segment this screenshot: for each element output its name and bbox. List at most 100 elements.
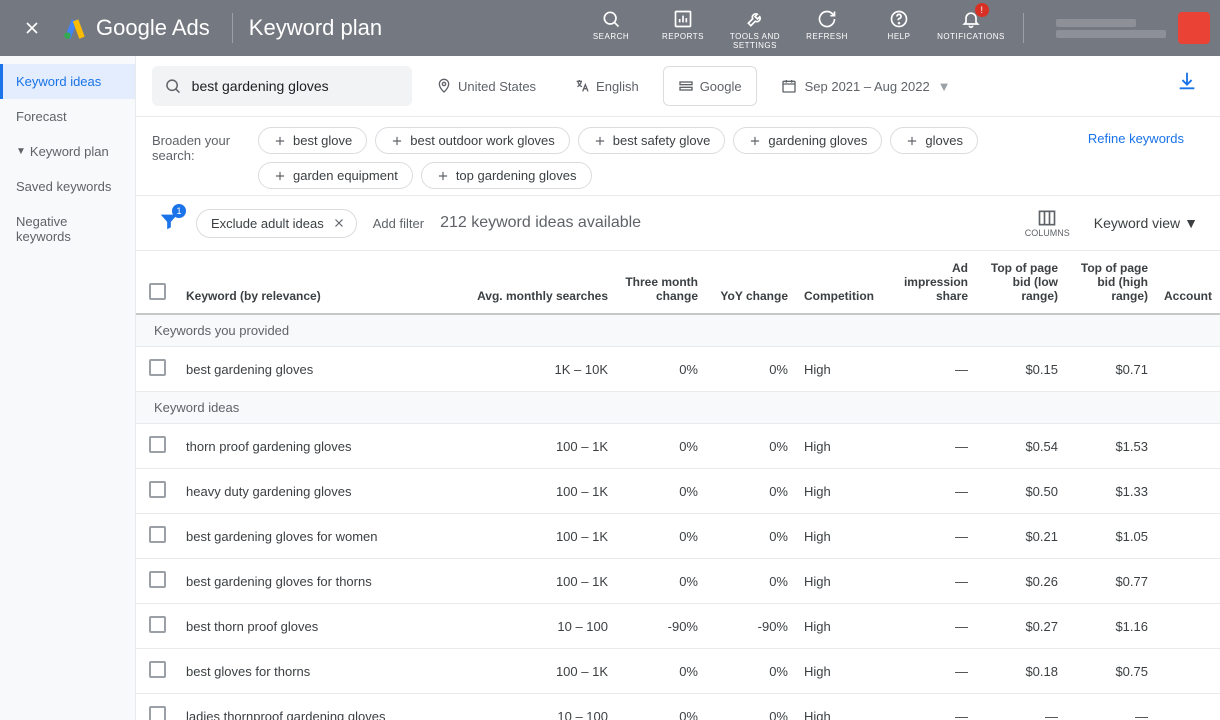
date-range-selector[interactable]: Sep 2021 – Aug 2022▼ bbox=[767, 66, 965, 106]
columns-button[interactable]: COLUMNS bbox=[1025, 208, 1070, 238]
header-toolbar: SEARCH REPORTS TOOLS AND SETTINGS REFRES… bbox=[575, 5, 1007, 51]
download-icon[interactable] bbox=[1176, 70, 1198, 92]
network-icon bbox=[678, 78, 694, 94]
table-row[interactable]: heavy duty gardening gloves100 – 1K0%0%H… bbox=[136, 469, 1220, 514]
table-row[interactable]: ladies thornproof gardening gloves10 – 1… bbox=[136, 694, 1220, 720]
cell-account bbox=[1156, 604, 1220, 649]
search-input[interactable] bbox=[192, 78, 400, 94]
cell-avg: 100 – 1K bbox=[466, 424, 616, 469]
cell-avg: 100 – 1K bbox=[466, 469, 616, 514]
cell-three-month: 0% bbox=[616, 347, 706, 392]
cell-keyword: best gardening gloves for women bbox=[178, 514, 466, 559]
table-row[interactable]: best gloves for thorns100 – 1K0%0%High—$… bbox=[136, 649, 1220, 694]
cell-competition: High bbox=[796, 559, 886, 604]
plus-icon bbox=[593, 134, 607, 148]
row-checkbox[interactable] bbox=[149, 481, 166, 498]
sidebar-item-keyword-plan[interactable]: ▼Keyword plan bbox=[0, 134, 135, 169]
broaden-chip[interactable]: best safety glove bbox=[578, 127, 726, 154]
tool-refresh[interactable]: REFRESH bbox=[791, 5, 863, 42]
refresh-icon bbox=[817, 9, 837, 29]
table-row[interactable]: best gardening gloves for women100 – 1K0… bbox=[136, 514, 1220, 559]
cell-account bbox=[1156, 649, 1220, 694]
cell-competition: High bbox=[796, 694, 886, 720]
table-row[interactable]: thorn proof gardening gloves100 – 1K0%0%… bbox=[136, 424, 1220, 469]
location-selector[interactable]: United States bbox=[422, 66, 550, 106]
keyword-view-toggle[interactable]: Keyword view▼ bbox=[1094, 215, 1198, 231]
col-top-high[interactable]: Top of page bid (high range) bbox=[1066, 251, 1156, 314]
table-section-header: Keywords you provided bbox=[136, 314, 1220, 347]
sidebar-item-saved-keywords[interactable]: Saved keywords bbox=[0, 169, 135, 204]
cell-avg: 100 – 1K bbox=[466, 649, 616, 694]
row-checkbox[interactable] bbox=[149, 571, 166, 588]
plus-icon bbox=[273, 134, 287, 148]
select-all-checkbox[interactable] bbox=[149, 283, 166, 300]
search-box[interactable] bbox=[152, 66, 412, 106]
cell-three-month: 0% bbox=[616, 469, 706, 514]
broaden-chip[interactable]: best outdoor work gloves bbox=[375, 127, 570, 154]
broaden-chip[interactable]: best glove bbox=[258, 127, 367, 154]
wrench-icon bbox=[745, 9, 765, 29]
network-selector[interactable]: Google bbox=[663, 66, 757, 106]
table-row[interactable]: best gardening gloves1K – 10K0%0%High—$0… bbox=[136, 347, 1220, 392]
cell-avg: 100 – 1K bbox=[466, 514, 616, 559]
columns-icon bbox=[1037, 208, 1057, 228]
cell-avg: 1K – 10K bbox=[466, 347, 616, 392]
col-competition[interactable]: Competition bbox=[796, 251, 886, 314]
col-yoy[interactable]: YoY change bbox=[706, 251, 796, 314]
sidebar-item-negative-keywords[interactable]: Negative keywords bbox=[0, 204, 135, 254]
cell-top-low: $0.50 bbox=[976, 469, 1066, 514]
table-row[interactable]: best gardening gloves for thorns100 – 1K… bbox=[136, 559, 1220, 604]
col-three-month[interactable]: Three month change bbox=[616, 251, 706, 314]
cell-top-low: $0.26 bbox=[976, 559, 1066, 604]
language-selector[interactable]: English bbox=[560, 66, 653, 106]
cell-ad-impression: — bbox=[886, 559, 976, 604]
cell-top-high: $1.33 bbox=[1066, 469, 1156, 514]
row-checkbox[interactable] bbox=[149, 526, 166, 543]
add-filter-button[interactable]: Add filter bbox=[373, 216, 424, 231]
col-ad-impression[interactable]: Ad impression share bbox=[886, 251, 976, 314]
tool-search[interactable]: SEARCH bbox=[575, 5, 647, 42]
col-avg-searches[interactable]: Avg. monthly searches bbox=[466, 251, 616, 314]
filter-chip-exclude-adult[interactable]: Exclude adult ideas bbox=[196, 209, 357, 238]
plus-icon bbox=[436, 169, 450, 183]
tool-reports[interactable]: REPORTS bbox=[647, 5, 719, 42]
close-icon[interactable] bbox=[332, 216, 346, 230]
avatar[interactable] bbox=[1178, 12, 1210, 44]
row-checkbox[interactable] bbox=[149, 706, 166, 720]
cell-top-low: — bbox=[976, 694, 1066, 720]
close-icon[interactable] bbox=[22, 18, 42, 38]
col-keyword[interactable]: Keyword (by relevance) bbox=[178, 251, 466, 314]
sidebar-item-forecast[interactable]: Forecast bbox=[0, 99, 135, 134]
chevron-down-icon: ▼ bbox=[1184, 215, 1198, 231]
tool-tools-settings[interactable]: TOOLS AND SETTINGS bbox=[719, 5, 791, 51]
row-checkbox[interactable] bbox=[149, 436, 166, 453]
broaden-chip[interactable]: garden equipment bbox=[258, 162, 413, 189]
cell-yoy: 0% bbox=[706, 469, 796, 514]
brand-text: Google Ads bbox=[96, 15, 210, 41]
broaden-chip[interactable]: gloves bbox=[890, 127, 978, 154]
cell-top-low: $0.21 bbox=[976, 514, 1066, 559]
filter-icon-button[interactable]: 1 bbox=[158, 210, 180, 237]
broaden-chip[interactable]: gardening gloves bbox=[733, 127, 882, 154]
refine-keywords-link[interactable]: Refine keywords bbox=[1068, 127, 1204, 150]
broaden-label: Broaden your search: bbox=[152, 127, 238, 163]
cell-top-high: $1.05 bbox=[1066, 514, 1156, 559]
chevron-down-icon: ▼ bbox=[16, 146, 26, 157]
cell-keyword: ladies thornproof gardening gloves bbox=[178, 694, 466, 720]
cell-top-high: $0.77 bbox=[1066, 559, 1156, 604]
table-row[interactable]: best thorn proof gloves10 – 100-90%-90%H… bbox=[136, 604, 1220, 649]
col-top-low[interactable]: Top of page bid (low range) bbox=[976, 251, 1066, 314]
row-checkbox[interactable] bbox=[149, 616, 166, 633]
account-area[interactable] bbox=[1056, 12, 1210, 44]
sidebar-item-keyword-ideas[interactable]: Keyword ideas bbox=[0, 64, 135, 99]
cell-three-month: 0% bbox=[616, 694, 706, 720]
tool-help[interactable]: HELP bbox=[863, 5, 935, 42]
col-account[interactable]: Account bbox=[1156, 251, 1220, 314]
cell-top-high: $1.16 bbox=[1066, 604, 1156, 649]
row-checkbox[interactable] bbox=[149, 661, 166, 678]
language-icon bbox=[574, 78, 590, 94]
broaden-chip[interactable]: top gardening gloves bbox=[421, 162, 592, 189]
row-checkbox[interactable] bbox=[149, 359, 166, 376]
tool-notifications[interactable]: NOTIFICATIONS! bbox=[935, 5, 1007, 42]
cell-keyword: heavy duty gardening gloves bbox=[178, 469, 466, 514]
